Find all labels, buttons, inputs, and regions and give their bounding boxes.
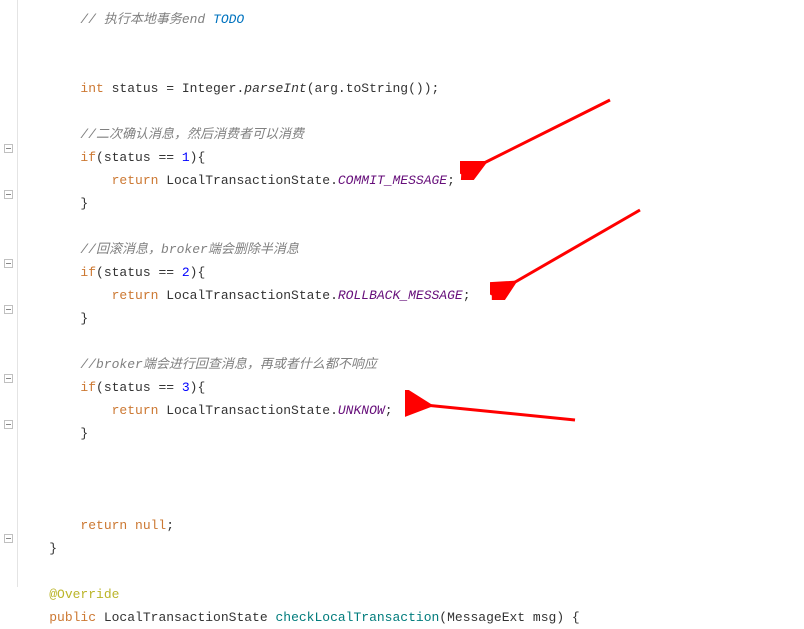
code-text: ; bbox=[166, 518, 174, 533]
code-text: (arg.toString()); bbox=[307, 81, 440, 96]
code-line: //二次确认消息，然后消费者可以消费 bbox=[18, 123, 804, 146]
keyword-if: if bbox=[80, 150, 96, 165]
keyword-return: return bbox=[112, 173, 159, 188]
code-line: return LocalTransactionState.ROLLBACK_ME… bbox=[18, 284, 804, 307]
fold-marker-icon[interactable] bbox=[4, 534, 13, 543]
keyword-if: if bbox=[80, 380, 96, 395]
code-text: (MessageExt msg) { bbox=[439, 610, 579, 625]
code-line: if(status == 2){ bbox=[18, 261, 804, 284]
number-literal: 1 bbox=[182, 150, 190, 165]
fold-marker-icon[interactable] bbox=[4, 420, 13, 429]
code-text: LocalTransactionState. bbox=[158, 288, 337, 303]
code-line: if(status == 3){ bbox=[18, 376, 804, 399]
keyword-public: public bbox=[49, 610, 96, 625]
code-line-blank bbox=[18, 330, 804, 353]
code-line-blank bbox=[18, 560, 804, 583]
code-line: } bbox=[18, 307, 804, 330]
code-line-blank bbox=[18, 31, 804, 54]
code-text: (status == bbox=[96, 150, 182, 165]
code-text: } bbox=[80, 311, 88, 326]
keyword-if: if bbox=[80, 265, 96, 280]
code-line: } bbox=[18, 537, 804, 560]
code-text: ; bbox=[463, 288, 471, 303]
code-line-blank bbox=[18, 54, 804, 77]
code-line: public LocalTransactionState checkLocalT… bbox=[18, 606, 804, 629]
keyword-return: return null bbox=[80, 518, 166, 533]
code-line-blank bbox=[18, 100, 804, 123]
code-line: return LocalTransactionState.COMMIT_MESS… bbox=[18, 169, 804, 192]
code-line: } bbox=[18, 192, 804, 215]
code-line-blank bbox=[18, 468, 804, 491]
code-text: ; bbox=[385, 403, 393, 418]
code-line: //broker端会进行回查消息，再或者什么都不响应 bbox=[18, 353, 804, 376]
code-line: return null; bbox=[18, 514, 804, 537]
code-text: } bbox=[80, 426, 88, 441]
fold-marker-icon[interactable] bbox=[4, 305, 13, 314]
code-text: } bbox=[80, 196, 88, 211]
code-text: LocalTransactionState. bbox=[158, 173, 337, 188]
code-text: (status == bbox=[96, 265, 182, 280]
code-line: int status = Integer.parseInt(arg.toStri… bbox=[18, 77, 804, 100]
code-line: //回滚消息，broker端会删除半消息 bbox=[18, 238, 804, 261]
code-line: // 执行本地事务end TODO bbox=[18, 8, 804, 31]
number-literal: 2 bbox=[182, 265, 190, 280]
number-literal: 3 bbox=[182, 380, 190, 395]
code-editor[interactable]: // 执行本地事务end TODO int status = Integer.p… bbox=[18, 0, 804, 629]
code-text: ){ bbox=[190, 265, 206, 280]
code-line: return LocalTransactionState.UNKNOW; bbox=[18, 399, 804, 422]
code-text: ){ bbox=[190, 380, 206, 395]
code-text: ){ bbox=[190, 150, 206, 165]
todo-marker: TODO bbox=[213, 12, 244, 27]
code-line: } bbox=[18, 422, 804, 445]
editor-gutter bbox=[0, 0, 18, 587]
keyword-return: return bbox=[112, 403, 159, 418]
return-type: LocalTransactionState bbox=[96, 610, 275, 625]
static-field: UNKNOW bbox=[338, 403, 385, 418]
keyword-return: return bbox=[112, 288, 159, 303]
keyword-int: int bbox=[80, 81, 103, 96]
code-line-blank bbox=[18, 491, 804, 514]
annotation: @Override bbox=[49, 587, 119, 602]
code-text: } bbox=[49, 541, 57, 556]
comment-text: //二次确认消息，然后消费者可以消费 bbox=[80, 127, 304, 142]
code-text: LocalTransactionState. bbox=[158, 403, 337, 418]
fold-marker-icon[interactable] bbox=[4, 190, 13, 199]
code-text: status = Integer. bbox=[104, 81, 244, 96]
method-declaration: checkLocalTransaction bbox=[275, 610, 439, 625]
static-field: ROLLBACK_MESSAGE bbox=[338, 288, 463, 303]
fold-marker-icon[interactable] bbox=[4, 259, 13, 268]
code-line: @Override bbox=[18, 583, 804, 606]
fold-marker-icon[interactable] bbox=[4, 144, 13, 153]
code-text: ; bbox=[447, 173, 455, 188]
fold-marker-icon[interactable] bbox=[4, 374, 13, 383]
code-line: if(status == 1){ bbox=[18, 146, 804, 169]
comment-text: //broker端会进行回查消息，再或者什么都不响应 bbox=[80, 357, 376, 372]
comment-text: //回滚消息，broker端会删除半消息 bbox=[80, 242, 298, 257]
static-field: COMMIT_MESSAGE bbox=[338, 173, 447, 188]
code-text: (status == bbox=[96, 380, 182, 395]
comment-text: // 执行本地事务end bbox=[80, 12, 213, 27]
code-line-blank bbox=[18, 445, 804, 468]
method-call: parseInt bbox=[244, 81, 306, 96]
code-line-blank bbox=[18, 215, 804, 238]
